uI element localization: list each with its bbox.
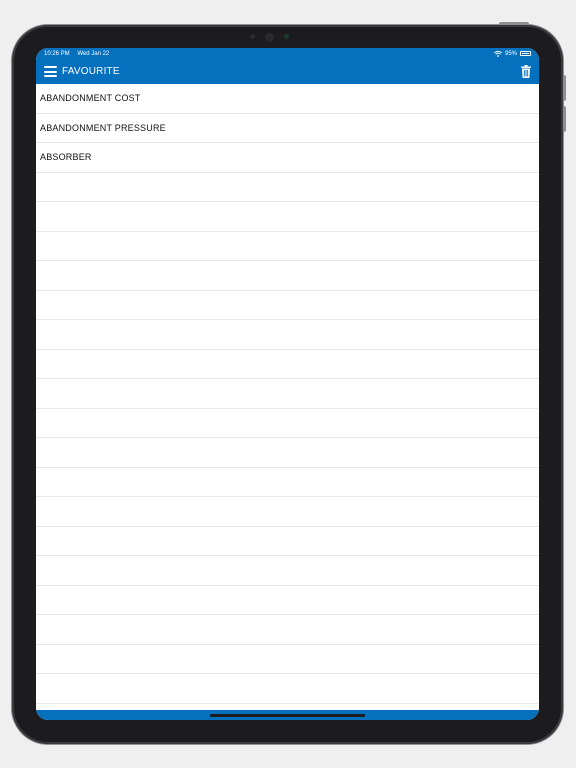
status-left: 10:26 PM Wed Jan 22 — [44, 51, 115, 57]
empty-list-row — [36, 674, 539, 704]
status-date: Wed Jan 22 — [77, 50, 110, 57]
empty-list-row — [36, 527, 539, 556]
list-item[interactable]: ABANDONMENT PRESSURE — [36, 114, 539, 143]
empty-list-row — [36, 645, 539, 674]
status-bar: 10:26 PM Wed Jan 22 95% — [36, 48, 539, 59]
battery-icon — [520, 51, 531, 56]
wifi-icon — [493, 50, 502, 57]
hamburger-menu-icon[interactable] — [44, 66, 57, 77]
battery-percent: 95% — [504, 50, 517, 57]
empty-list-row — [36, 586, 539, 615]
empty-list-row — [36, 232, 539, 261]
empty-list-row — [36, 320, 539, 350]
sensor-dot — [284, 34, 289, 39]
empty-list-row — [36, 202, 539, 232]
nav-bar: FAVOURITE — [36, 59, 539, 84]
app-screen: 10:26 PM Wed Jan 22 95% FAVOURITE ABANDO… — [36, 48, 539, 720]
empty-list-row — [36, 261, 539, 291]
empty-list-row — [36, 615, 539, 645]
empty-list-row — [36, 173, 539, 202]
page-title: FAVOURITE — [62, 66, 120, 77]
trash-icon[interactable] — [521, 65, 531, 78]
list-item[interactable]: ABSORBER — [36, 143, 539, 173]
empty-list-row — [36, 438, 539, 468]
empty-list-row — [36, 409, 539, 438]
empty-list-row — [36, 379, 539, 409]
empty-list-row — [36, 350, 539, 379]
favourites-list: ABANDONMENT COST ABANDONMENT PRESSURE ABSO… — [36, 84, 539, 704]
sensor-dot — [250, 34, 255, 39]
empty-list-row — [36, 291, 539, 320]
front-camera — [265, 33, 274, 42]
empty-list-row — [36, 468, 539, 497]
status-right: 95% — [493, 50, 531, 57]
empty-list-row — [36, 556, 539, 586]
home-indicator[interactable] — [210, 714, 365, 717]
status-time: 10:26 PM — [44, 50, 70, 57]
sensor-row — [250, 33, 302, 41]
list-item[interactable]: ABANDONMENT COST — [36, 84, 539, 114]
empty-list-row — [36, 497, 539, 527]
